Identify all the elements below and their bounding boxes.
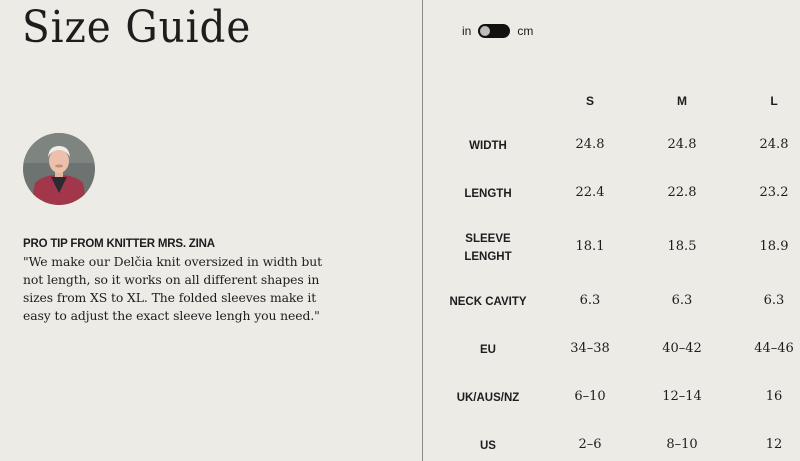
- table-cell: 18.9: [759, 239, 789, 254]
- tip-line: "We make our Delčia knit oversized in wi…: [23, 254, 322, 269]
- row-label-us: US: [480, 440, 496, 452]
- table-cell: 6.3: [579, 293, 601, 308]
- page-title: Size Guide: [22, 2, 252, 53]
- table-cell: 16: [765, 389, 783, 404]
- row-label-sleeve-length: SLEEVE LENGHT: [430, 230, 546, 266]
- table-cell: 22.4: [575, 185, 605, 200]
- table-cell: 18.5: [667, 239, 697, 254]
- column-divider: [422, 0, 423, 461]
- row-label-eu: EU: [480, 344, 496, 356]
- size-header-s: S: [585, 94, 594, 108]
- table-cell: 6.3: [763, 293, 785, 308]
- table-cell: 2–6: [578, 437, 602, 452]
- row-label-width: WIDTH: [469, 140, 507, 152]
- unit-switch-knob: [480, 26, 491, 36]
- unit-label-cm[interactable]: cm: [517, 24, 533, 38]
- row-label-neck-cavity: NECK CAVITY: [449, 296, 527, 308]
- table-cell: 40–42: [662, 341, 702, 356]
- knitter-portrait: [23, 133, 95, 205]
- table-cell: 24.8: [575, 137, 605, 152]
- size-header-l: L: [770, 94, 778, 108]
- row-label-line: SLEEVE: [465, 233, 511, 245]
- tip-line: easy to adjust the exact sleeve lengh yo…: [23, 308, 320, 323]
- unit-label-in[interactable]: in: [462, 24, 471, 38]
- table-cell: 12: [765, 437, 783, 452]
- table-cell: 22.8: [667, 185, 697, 200]
- tip-heading: PRO TIP FROM KNITTER MRS. ZINA: [23, 238, 215, 250]
- table-cell: 12–14: [662, 389, 702, 404]
- table-cell: 6.3: [671, 293, 693, 308]
- table-cell: 24.8: [759, 137, 789, 152]
- unit-toggle: in cm: [462, 24, 533, 38]
- table-cell: 8–10: [666, 437, 698, 452]
- table-cell: 34–38: [570, 341, 610, 356]
- table-cell: 23.2: [759, 185, 789, 200]
- row-label-line: LENGHT: [464, 251, 512, 263]
- table-cell: 44–46: [754, 341, 794, 356]
- row-label-length: LENGTH: [464, 188, 512, 200]
- tip-line: not length, so it works on all different…: [23, 272, 320, 287]
- table-cell: 18.1: [575, 239, 605, 254]
- table-cell: 24.8: [667, 137, 697, 152]
- knitter-avatar: [23, 133, 95, 205]
- tip-quote: "We make our Delčia knit oversized in wi…: [23, 253, 353, 325]
- row-label-uk-aus-nz: UK/AUS/NZ: [456, 392, 520, 404]
- table-cell: 6–10: [574, 389, 606, 404]
- size-header-m: M: [677, 94, 687, 108]
- tip-line: sizes from XS to XL. The folded sleeves …: [23, 290, 317, 305]
- unit-switch[interactable]: [478, 24, 511, 38]
